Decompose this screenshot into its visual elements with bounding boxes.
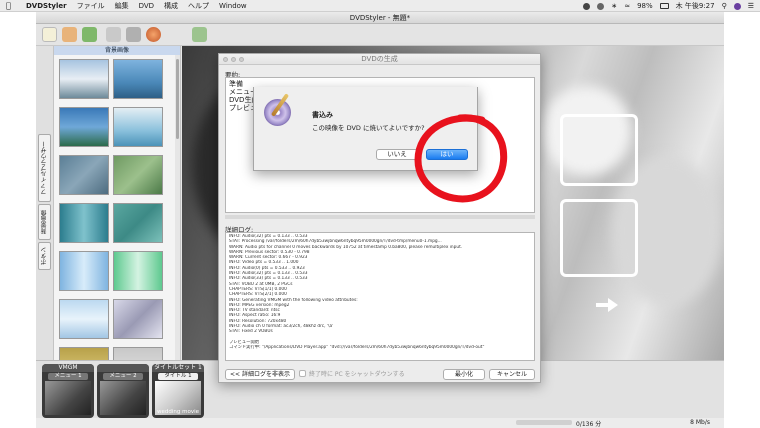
new-file-icon[interactable] xyxy=(42,27,57,42)
thumbnail-item[interactable] xyxy=(113,59,163,99)
menu-card-group-label xyxy=(97,364,149,372)
menu-file[interactable]: ファイル xyxy=(77,1,105,11)
macos-menubar:  DVDStyler ファイル 編集 DVD 構成 ヘルプ Window ∗ … xyxy=(0,0,760,12)
tab-file-browser[interactable]: ファイルブラウザー xyxy=(38,134,51,202)
window-title: DVDStyler - 無題* xyxy=(349,14,411,22)
menu-card-group-label: タイトルセット 1 xyxy=(152,364,204,372)
disc-usage-bar xyxy=(516,420,572,425)
shutdown-checkbox[interactable] xyxy=(299,370,306,377)
yes-button[interactable]: はい xyxy=(426,149,468,160)
shutdown-checkbox-label: 終了時に PC をシャットダウンする xyxy=(309,371,405,378)
no-button[interactable]: いいえ xyxy=(376,149,418,160)
search-icon[interactable]: ⚲ xyxy=(722,2,727,10)
bitrate-text: 8 Mb/s xyxy=(690,419,710,426)
thumbnail-item[interactable] xyxy=(113,155,163,195)
status-icon[interactable] xyxy=(583,2,591,10)
menu-card-thumbnail xyxy=(45,381,91,415)
wifi-icon[interactable]: ≈ xyxy=(624,2,630,10)
menubar-clock[interactable]: 木 午後9:27 xyxy=(676,1,715,11)
thumbnail-panel-header: 背景画像 xyxy=(54,46,180,55)
tab-buttons[interactable]: ボタン xyxy=(38,242,51,270)
disc-usage-text: 0/136 分 xyxy=(576,421,602,428)
scrollbar-knob[interactable] xyxy=(176,59,179,139)
log-line: コマンド実行中: "/Applications/DVD Player.app" … xyxy=(229,345,485,351)
confirm-message: この映像を DVD に焼いてよいですか? xyxy=(312,124,425,132)
cancel-button[interactable]: キャンセル xyxy=(489,369,535,380)
settings-tools-icon[interactable] xyxy=(126,27,141,42)
detail-log[interactable]: INFO: Audio(32) pts = 0.133 .. 0.533 STA… xyxy=(225,232,535,361)
edit-icon[interactable] xyxy=(106,27,121,42)
siri-icon[interactable] xyxy=(733,2,741,10)
status-bar: 0/136 分 8 Mb/s xyxy=(36,418,724,428)
menu-button-frame[interactable] xyxy=(560,114,638,186)
minimize-button[interactable] xyxy=(231,57,236,62)
bluetooth-icon[interactable]: ∗ xyxy=(611,2,617,10)
thumbnail-item[interactable] xyxy=(59,59,109,99)
menu-card-vmgm[interactable]: VMGM メニュー 1 xyxy=(42,364,94,418)
menu-card-group-label: VMGM xyxy=(42,364,94,372)
next-arrow-icon[interactable] xyxy=(596,298,618,312)
dialog-titlebar: DVDの生成 xyxy=(219,54,540,65)
minimize-dialog-button[interactable]: 最小化 xyxy=(443,369,485,380)
thumbnail-item[interactable] xyxy=(113,203,163,243)
menu-card-label: メニュー 2 xyxy=(103,373,143,380)
shutdown-checkbox-row: 終了時に PC をシャットダウンする xyxy=(299,369,405,378)
thumbnail-item[interactable] xyxy=(59,155,109,195)
menu-help[interactable]: ヘルプ xyxy=(188,1,209,11)
thumbnail-item[interactable] xyxy=(59,299,109,339)
side-tab-strip: ファイルブラウザー 背景画像 ボタン xyxy=(36,46,54,360)
record-icon[interactable] xyxy=(597,2,605,10)
confirm-title: 書込み xyxy=(312,111,333,119)
apple-icon[interactable]:  xyxy=(6,1,16,10)
menu-card-thumbnail xyxy=(100,381,146,415)
menu-card-titleset[interactable]: タイトルセット 1 タイトル 1 wedding movie xyxy=(152,364,204,418)
toolbar xyxy=(36,24,724,46)
menu-edit[interactable]: 編集 xyxy=(115,1,129,11)
thumbnail-item[interactable] xyxy=(59,203,109,243)
open-folder-icon[interactable] xyxy=(62,27,77,42)
burn-confirm-sheet: 書込み この映像を DVD に焼いてよいですか? いいえ はい xyxy=(253,87,478,171)
menu-card-menu2[interactable]: メニュー 2 xyxy=(97,364,149,418)
thumbnail-item[interactable] xyxy=(113,299,163,339)
dialog-title: DVDの生成 xyxy=(361,55,398,63)
thumbnail-item[interactable] xyxy=(59,251,109,291)
menu-button-frame[interactable] xyxy=(560,199,638,277)
close-button[interactable] xyxy=(223,57,228,62)
battery-percent[interactable]: 98% xyxy=(637,2,653,10)
menu-window[interactable]: Window xyxy=(219,2,247,10)
background-thumbnail-panel: 背景画像 xyxy=(54,46,181,360)
battery-icon[interactable] xyxy=(659,3,669,9)
menu-dvd[interactable]: DVD xyxy=(139,2,154,10)
notification-center-icon[interactable]: ☰ xyxy=(748,2,754,10)
window-controls xyxy=(223,57,244,62)
add-file-icon[interactable] xyxy=(192,27,207,42)
thumbnail-item[interactable] xyxy=(113,347,163,360)
save-icon[interactable] xyxy=(82,27,97,42)
dialog-footer: << 詳細ログを非表示 終了時に PC をシャットダウンする 最小化 キャンセル xyxy=(219,367,540,381)
thumbnail-item[interactable] xyxy=(59,107,109,147)
thumbnail-item[interactable] xyxy=(59,347,109,360)
burn-icon[interactable] xyxy=(146,27,161,42)
thumbnail-item[interactable] xyxy=(113,251,163,291)
zoom-button[interactable] xyxy=(239,57,244,62)
thumbnail-item[interactable] xyxy=(113,107,163,147)
tab-backgrounds[interactable]: 背景画像 xyxy=(38,204,51,240)
window-titlebar: DVDStyler - 無題* xyxy=(36,12,724,24)
menu-app-name[interactable]: DVDStyler xyxy=(26,2,67,10)
pane-splitter[interactable] xyxy=(225,215,535,219)
menu-card-caption: wedding movie xyxy=(156,409,199,415)
menu-config[interactable]: 構成 xyxy=(164,1,178,11)
hide-log-button[interactable]: << 詳細ログを非表示 xyxy=(225,369,295,380)
menu-card-label: メニュー 1 xyxy=(48,373,88,380)
menu-card-label: タイトル 1 xyxy=(158,373,198,380)
thumbnail-scrollbar[interactable] xyxy=(175,55,180,360)
